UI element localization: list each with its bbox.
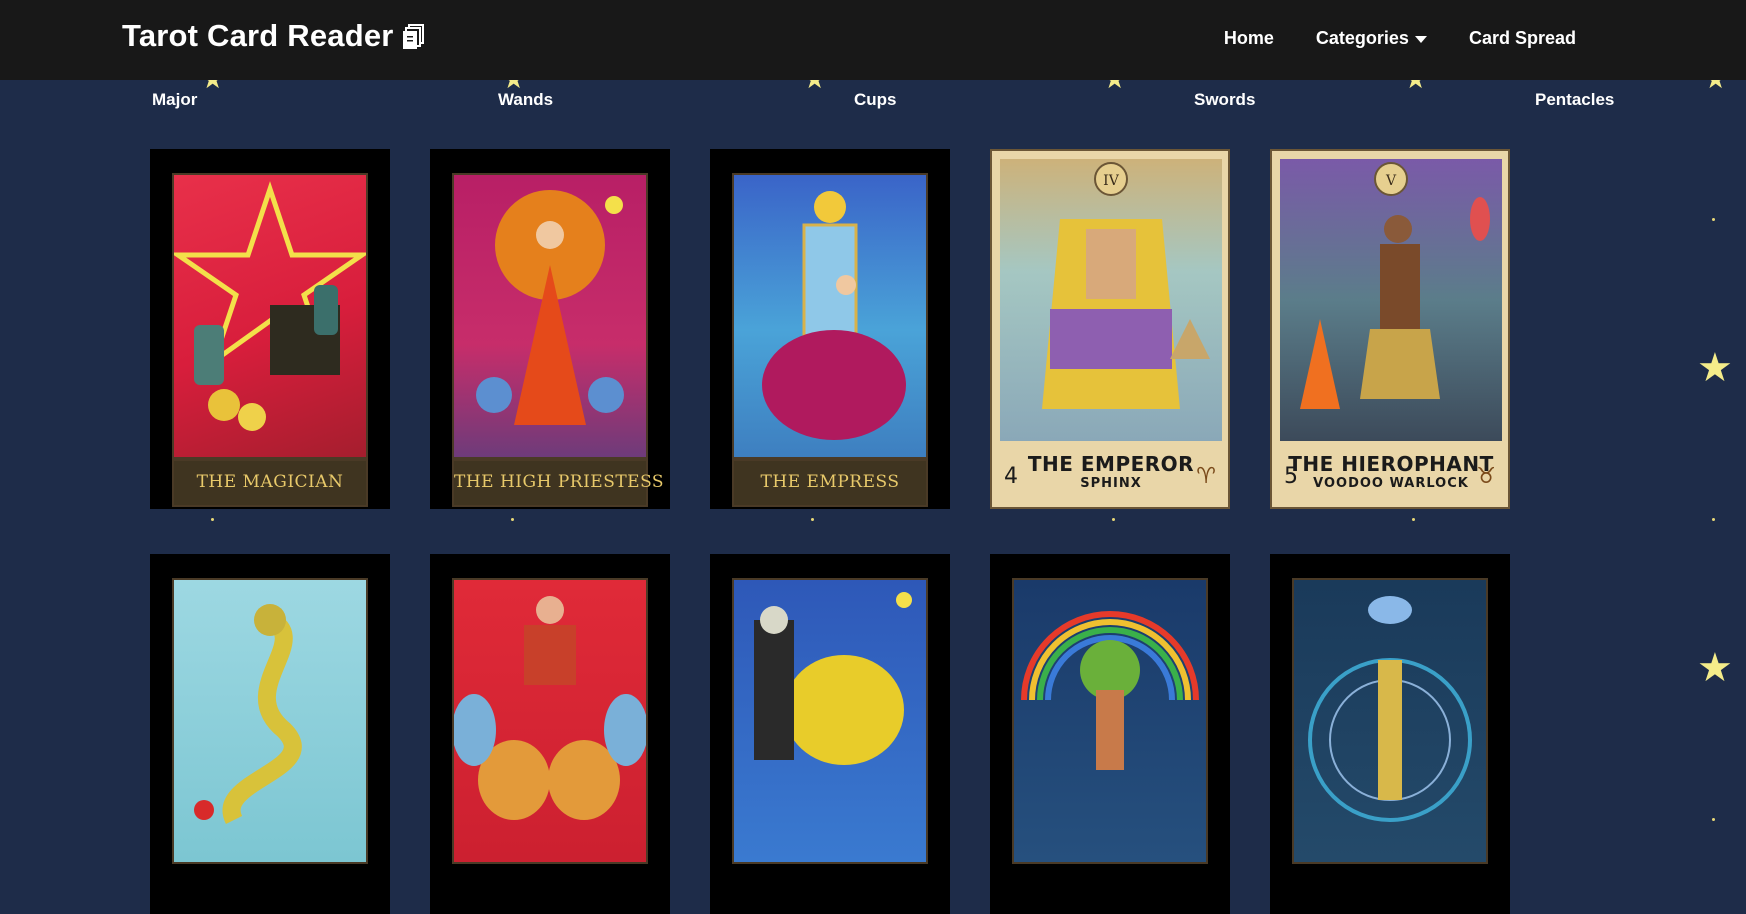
sparkle	[1112, 518, 1115, 521]
taurus-icon: ♉	[1476, 464, 1496, 489]
nav-home[interactable]: Home	[1224, 28, 1274, 49]
sparkle	[1712, 218, 1715, 221]
tarot-card-death[interactable]	[710, 554, 950, 914]
brand-link[interactable]: Tarot Card Reader	[122, 18, 424, 54]
category-pentacles[interactable]: Pentacles	[1535, 90, 1614, 110]
card-title: THE EMPRESS	[732, 459, 928, 507]
category-swords[interactable]: Swords	[1194, 90, 1255, 110]
card-title: THE EMPEROR	[1027, 452, 1195, 476]
category-major[interactable]: Major	[152, 90, 197, 110]
card-subtitle: VOODOO WARLOCK	[1313, 476, 1469, 491]
caret-down-icon	[1414, 36, 1427, 43]
card-art: V	[1280, 159, 1502, 441]
category-cups[interactable]: Cups	[854, 90, 897, 110]
card-art: IV	[1000, 159, 1222, 441]
card-art	[452, 173, 648, 459]
tarot-card-hierophant[interactable]: V 5 THE HIEROPHANT VOODOO WARLOCK ♉	[1270, 149, 1510, 509]
app-title: Tarot Card Reader	[122, 18, 394, 53]
category-bar: Major Wands Cups Swords Pentacles	[0, 90, 1746, 114]
tarot-card-strength[interactable]	[990, 554, 1230, 914]
roman-numeral: V	[1385, 173, 1397, 189]
card-art	[732, 173, 928, 459]
card-art	[452, 578, 648, 864]
nav-card-spread[interactable]: Card Spread	[1469, 28, 1576, 49]
cards-stack-icon	[402, 24, 424, 49]
tarot-card-emperor[interactable]: IV 4 THE EMPEROR SPHINX ♈	[990, 149, 1230, 509]
card-number: 5	[1284, 464, 1298, 489]
card-subtitle: SPHINX	[1080, 476, 1142, 491]
card-title: THE MAGICIAN	[172, 459, 368, 507]
card-number: 4	[1004, 464, 1018, 489]
card-art	[1292, 578, 1488, 864]
card-art	[1012, 578, 1208, 864]
sparkle	[211, 518, 214, 521]
sparkle	[1712, 818, 1715, 821]
card-art	[172, 578, 368, 864]
nav-links: Home Categories Card Spread	[1224, 28, 1576, 49]
card-art	[732, 578, 928, 864]
tarot-card-chariot[interactable]	[430, 554, 670, 914]
star-icon: ★	[1697, 346, 1733, 390]
navbar: Tarot Card Reader Home Categories Card S…	[0, 0, 1746, 80]
card-caption: 4 THE EMPEROR SPHINX ♈	[1000, 446, 1222, 504]
tarot-card-empress[interactable]: THE EMPRESS	[710, 149, 950, 509]
category-wands[interactable]: Wands	[498, 90, 553, 110]
aries-icon: ♈	[1196, 464, 1216, 489]
roman-numeral: IV	[1103, 173, 1120, 189]
tarot-card-hermit[interactable]	[1270, 554, 1510, 914]
sparkle	[1712, 518, 1715, 521]
card-title: THE HIGH PRIESTESS	[452, 459, 664, 507]
sparkle	[1412, 518, 1415, 521]
tarot-card-magician[interactable]: THE MAGICIAN	[150, 149, 390, 509]
card-caption: 5 THE HIEROPHANT VOODOO WARLOCK ♉	[1280, 446, 1502, 504]
pentagram-icon	[174, 181, 366, 431]
card-art	[172, 173, 368, 459]
tarot-card-high-priestess[interactable]: THE HIGH PRIESTESS	[430, 149, 670, 509]
tarot-card-lovers[interactable]	[150, 554, 390, 914]
card-title: THE HIEROPHANT	[1288, 452, 1494, 476]
sparkle	[511, 518, 514, 521]
star-icon: ★	[1697, 646, 1733, 690]
sparkle	[811, 518, 814, 521]
nav-categories[interactable]: Categories	[1316, 28, 1427, 49]
